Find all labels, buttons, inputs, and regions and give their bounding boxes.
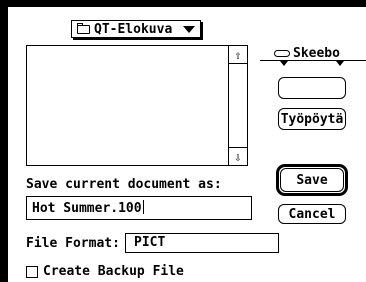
eject-button[interactable] bbox=[278, 77, 346, 99]
disk-icon bbox=[274, 50, 290, 57]
separator-marker-icon bbox=[280, 61, 288, 66]
save-dialog: QT-Elokuva ⇧ ⇩ Skeebo Työpöytä Save Canc… bbox=[8, 7, 366, 282]
folder-icon bbox=[77, 22, 90, 34]
save-prompt: Save current document as: bbox=[26, 177, 222, 192]
create-backup-option[interactable]: Create Backup File bbox=[26, 264, 184, 279]
save-button[interactable]: Save bbox=[280, 168, 344, 192]
create-backup-checkbox[interactable] bbox=[26, 265, 38, 278]
drive-label: Skeebo bbox=[293, 46, 340, 61]
filename-input[interactable]: Hot Summer.100 bbox=[26, 196, 252, 220]
filename-text: Hot Summer.100 bbox=[32, 201, 142, 216]
create-backup-label: Create Backup File bbox=[43, 264, 184, 279]
file-list-scrollbar[interactable]: ⇧ ⇩ bbox=[228, 45, 248, 166]
scroll-up-arrow-icon[interactable]: ⇧ bbox=[229, 46, 247, 64]
cancel-button[interactable]: Cancel bbox=[278, 204, 346, 224]
desktop-button[interactable]: Työpöytä bbox=[278, 108, 346, 130]
folder-popup-label: QT-Elokuva bbox=[94, 21, 173, 37]
drive-name: Skeebo bbox=[274, 46, 340, 61]
drive-separator bbox=[260, 60, 366, 61]
popup-arrow-icon bbox=[183, 25, 195, 33]
file-format-label: File Format: bbox=[26, 236, 120, 251]
scroll-down-arrow-icon[interactable]: ⇩ bbox=[229, 147, 247, 165]
separator-marker-icon bbox=[336, 61, 344, 66]
text-cursor bbox=[142, 200, 144, 214]
file-list[interactable] bbox=[26, 45, 248, 166]
file-format-popup[interactable]: PICT bbox=[125, 233, 279, 253]
folder-popup-menu[interactable]: QT-Elokuva bbox=[71, 20, 201, 38]
